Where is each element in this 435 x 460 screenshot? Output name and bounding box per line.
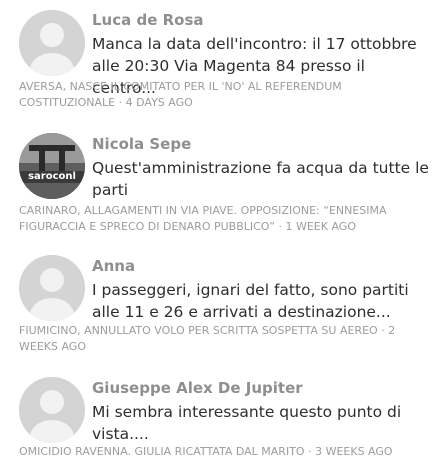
comment-time: 1 WEEK AGO: [285, 220, 356, 233]
comment-item[interactable]: saroconl Nicola Sepe Quest'amministrazio…: [0, 124, 435, 242]
default-avatar-icon[interactable]: [19, 377, 85, 443]
comment-excerpt[interactable]: Quest'amministrazione fa acqua da tutte …: [92, 157, 430, 201]
default-avatar-icon[interactable]: [19, 255, 85, 321]
comment-time: 3 WEEKS AGO: [315, 445, 393, 458]
default-avatar-icon[interactable]: [19, 10, 85, 76]
comment-article-link[interactable]: OMICIDIO RAVENNA. GIULIA RICATTATA DAL M…: [19, 445, 305, 458]
comment-meta: AVERSA, NASCE IL COMITATO PER IL 'NO' AL…: [19, 79, 431, 111]
comment-meta: CARINARO, ALLAGAMENTI IN VIA PIAVE. OPPO…: [19, 203, 431, 235]
comment-time: 4 DAYS AGO: [125, 96, 193, 109]
meta-separator: ·: [381, 324, 385, 337]
avatar-photo-text: saroconl: [28, 171, 76, 182]
comment-article-link[interactable]: FIUMICINO, ANNULLATO VOLO PER SCRITTA SO…: [19, 324, 378, 337]
user-photo-avatar[interactable]: saroconl: [19, 133, 85, 199]
comment-excerpt[interactable]: Mi sembra interessante questo punto di v…: [92, 401, 430, 445]
comment-item[interactable]: Luca de Rosa Manca la data dell'incontro…: [0, 0, 435, 120]
comment-excerpt[interactable]: I passeggeri, ignari del fatto, sono par…: [92, 279, 430, 323]
meta-separator: ·: [278, 220, 282, 233]
comment-author[interactable]: Giuseppe Alex De Jupiter: [92, 379, 303, 397]
comment-author[interactable]: Nicola Sepe: [92, 135, 191, 153]
comment-author[interactable]: Anna: [92, 257, 135, 275]
comment-item[interactable]: Giuseppe Alex De Jupiter Mi sembra inter…: [0, 368, 435, 459]
recent-comments-list: Luca de Rosa Manca la data dell'incontro…: [0, 0, 435, 459]
meta-separator: ·: [118, 96, 123, 109]
meta-separator: ·: [308, 445, 312, 458]
comment-author[interactable]: Luca de Rosa: [92, 11, 204, 29]
comment-item[interactable]: Anna I passeggeri, ignari del fatto, son…: [0, 246, 435, 366]
comment-meta: FIUMICINO, ANNULLATO VOLO PER SCRITTA SO…: [19, 323, 431, 355]
comment-meta: OMICIDIO RAVENNA. GIULIA RICATTATA DAL M…: [19, 444, 431, 460]
